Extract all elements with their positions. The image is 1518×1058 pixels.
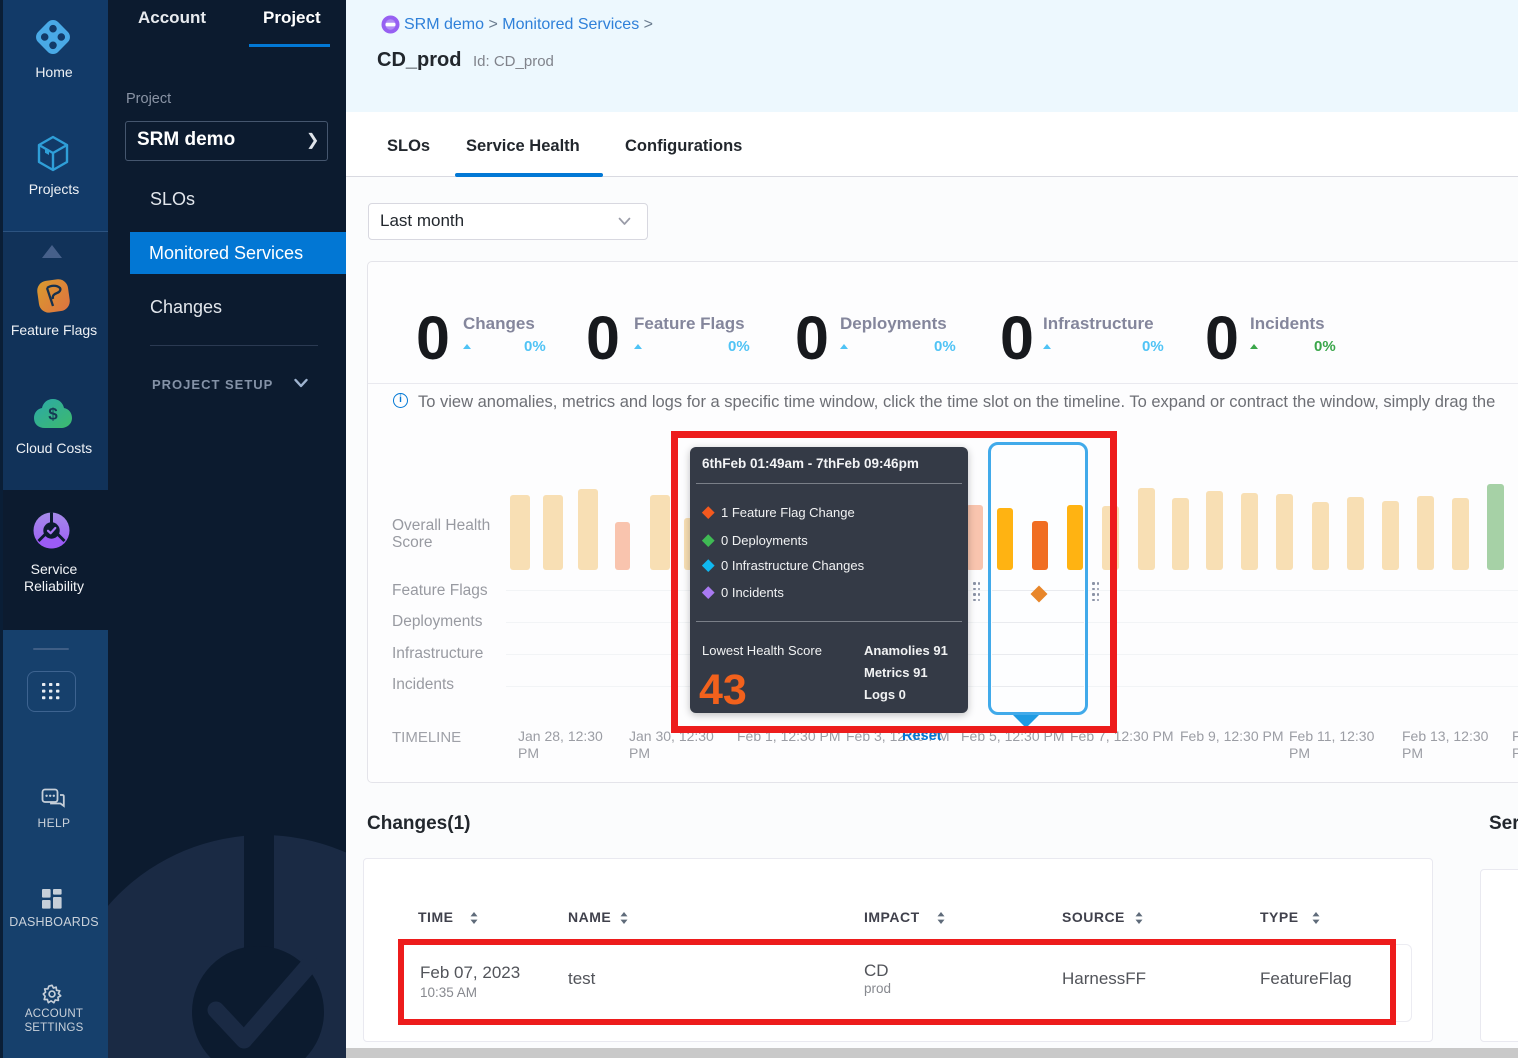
svg-text:$: $ bbox=[48, 405, 58, 424]
